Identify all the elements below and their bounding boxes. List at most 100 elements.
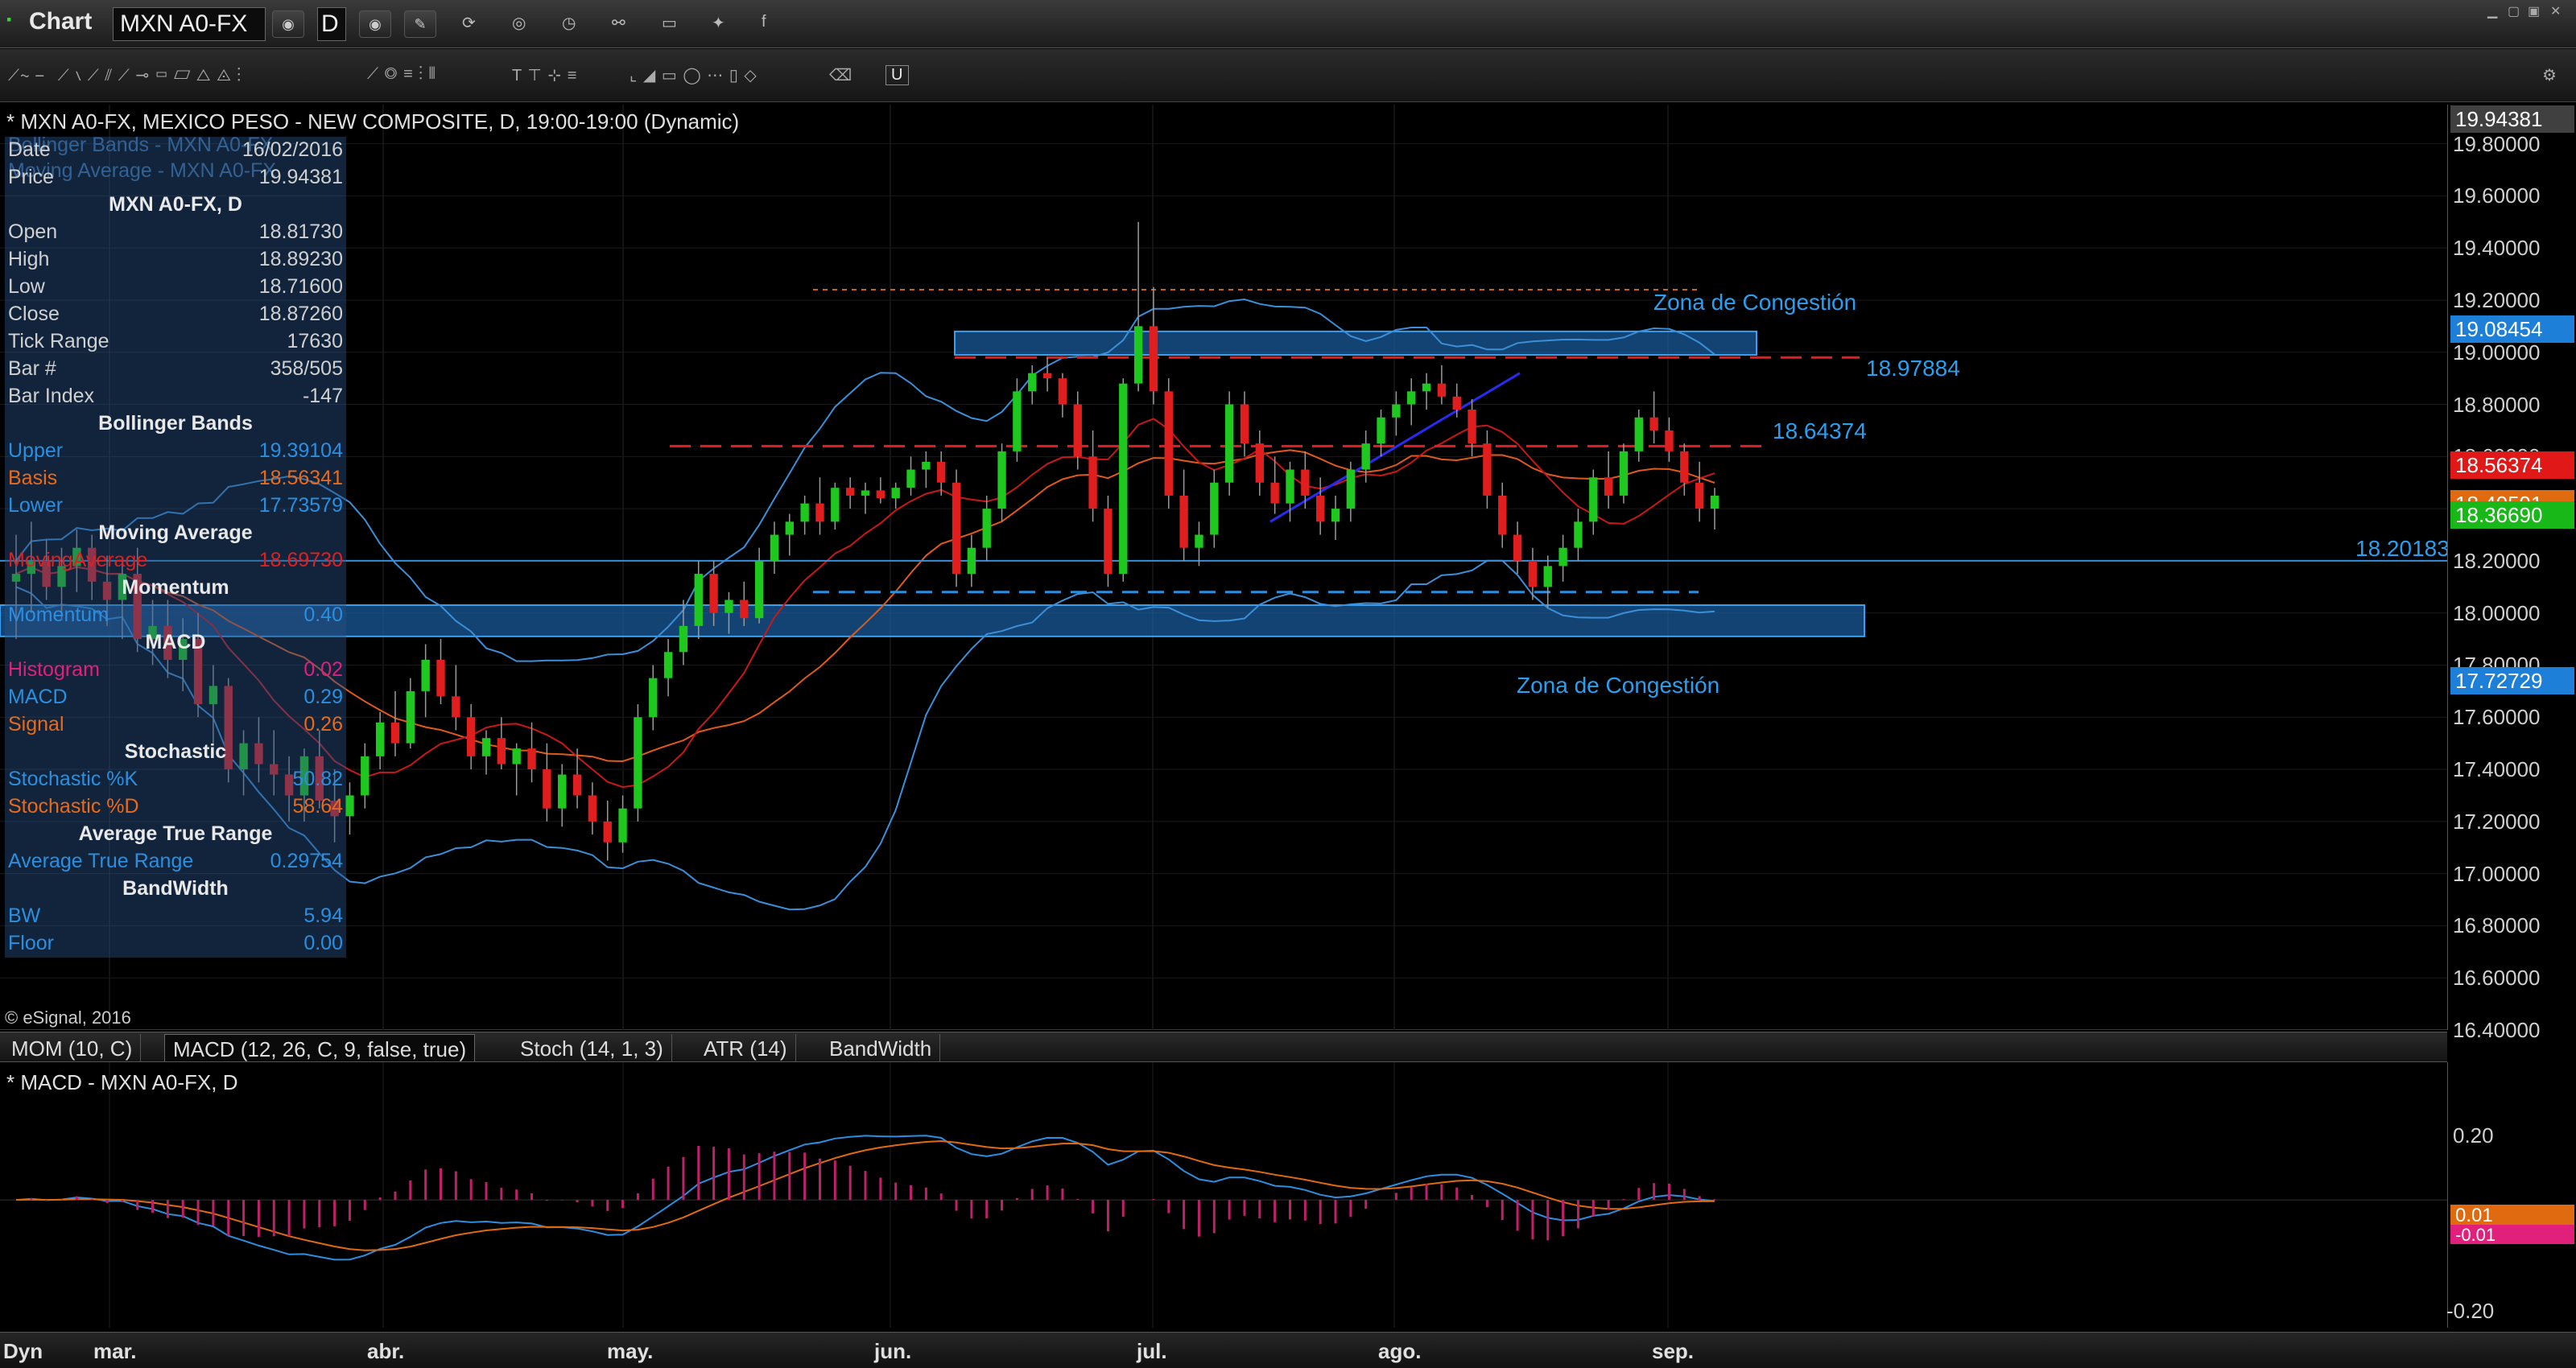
- candle-body: [937, 461, 946, 483]
- month-label: mar.: [93, 1339, 137, 1363]
- clock-icon[interactable]: ◷: [562, 13, 576, 33]
- candle-body: [876, 490, 886, 499]
- price-scale-label: 16.40000: [2453, 1018, 2541, 1042]
- time-axis[interactable]: Dyn mar. abr. may. jun. jul. ago. sep.: [0, 1332, 2576, 1368]
- candle-body: [1710, 495, 1719, 509]
- draw-tool-button[interactable]: ✎: [404, 10, 436, 38]
- maximize-icon[interactable]: ▢: [2508, 3, 2520, 19]
- candle-body: [421, 660, 430, 691]
- macd-scale[interactable]: 0.20 -0.20: [2446, 1062, 2576, 1328]
- text-tools-icon[interactable]: T ⊤ ⊹ ≡: [512, 65, 577, 85]
- symbol-input[interactable]: MXN A0-FX: [113, 7, 266, 41]
- price-scale-label: 16.60000: [2453, 966, 2541, 991]
- candle-body: [1346, 469, 1356, 509]
- candle-body: [1483, 443, 1492, 496]
- tab-atr[interactable]: ATR (14): [696, 1034, 796, 1061]
- ma-label: MovingAverage: [8, 549, 148, 571]
- candle-body: [497, 738, 506, 764]
- candle-body: [1604, 477, 1613, 496]
- candle-body: [1301, 469, 1310, 496]
- candle-body: [1331, 509, 1340, 522]
- candle-body: [1255, 443, 1265, 483]
- candle-body: [1422, 383, 1431, 392]
- candle-body: [1104, 509, 1113, 575]
- shape-tools-icon[interactable]: ⌞ ◢ ▭ ◯ ⋯ ▯ ◇: [630, 65, 758, 85]
- candle-body: [1649, 417, 1658, 431]
- candle-body: [572, 774, 582, 796]
- stochd-label: Stochastic %D: [8, 795, 139, 818]
- candle-body: [1589, 477, 1598, 522]
- price-chart-pane[interactable]: * MXN A0-FX, MEXICO PESO - NEW COMPOSITE…: [0, 105, 2450, 1030]
- macd-label: MACD: [8, 686, 68, 708]
- candle-body: [770, 534, 779, 561]
- price-value: 19.94381: [258, 166, 343, 188]
- macd-tag-hist: -0.01: [2450, 1225, 2574, 1245]
- tickrange-label: Tick Range: [8, 330, 109, 352]
- candle-body: [997, 451, 1006, 509]
- link-icon[interactable]: ⚯: [612, 13, 625, 33]
- candle-body: [1058, 378, 1067, 405]
- tab-mom[interactable]: MOM (10, C): [3, 1034, 142, 1061]
- price-scale-label: 18.80000: [2453, 392, 2541, 417]
- candle-body: [1377, 417, 1385, 444]
- candle-body: [1286, 469, 1294, 504]
- month-label: sep.: [1652, 1339, 1695, 1363]
- candle-body: [466, 717, 476, 756]
- interval-link-button[interactable]: ◉: [359, 10, 391, 38]
- line-tools-icon[interactable]: ⟋∼ ╴ ⟋ ∖ ⟋ ⫽ ⟋ ⊸ ▭ ▱ △ ◬ ⁝: [8, 65, 242, 85]
- facebook-icon[interactable]: f: [762, 13, 766, 31]
- basis-value: 18.56341: [258, 467, 343, 489]
- stochd-value: 58.64: [292, 795, 343, 818]
- indicator-tabs: MOM (10, C) MACD (12, 26, C, 9, false, t…: [0, 1032, 2447, 1062]
- ma-value: 18.69730: [258, 549, 343, 571]
- candle-body: [1179, 495, 1188, 548]
- comment-icon[interactable]: ▭: [662, 13, 677, 33]
- symbol-link-button[interactable]: ◉: [272, 10, 304, 38]
- interval-input[interactable]: D: [317, 7, 346, 41]
- copyright: © eSignal, 2016: [5, 1007, 131, 1028]
- candle-body: [1407, 391, 1416, 405]
- macd-scale-label-low: -0.20: [2446, 1299, 2495, 1323]
- tab-stoch[interactable]: Stoch (14, 1, 3): [512, 1034, 672, 1061]
- twitter-icon[interactable]: ✦: [712, 13, 725, 33]
- hist-label: Histogram: [8, 658, 100, 681]
- data-window: Date 16/02/2016 Price 19.94381 MXN A0-FX, …: [5, 137, 346, 958]
- price-scale-label: 19.00000: [2453, 340, 2541, 365]
- candle-body: [1695, 482, 1704, 509]
- candle-body: [1392, 404, 1401, 418]
- macd-pane[interactable]: * MACD - MXN A0-FX, D: [0, 1062, 2447, 1328]
- candle-body: [831, 488, 840, 522]
- zona-congestion-bottom-label: Zona de Congestión: [1517, 673, 1720, 698]
- basis-label: Basis: [8, 467, 58, 489]
- price-scale-label: 19.20000: [2453, 287, 2541, 312]
- close-icon[interactable]: ✕: [2550, 3, 2561, 19]
- settings-icon[interactable]: ⚙: [2542, 65, 2557, 85]
- bw-label: BW: [8, 904, 41, 927]
- candle-body: [512, 748, 521, 764]
- title-bar: ▪ Chart MXN A0-FX ◉ D ◉ ✎ ⟳ ◎ ◷ ⚯ ▭ ✦ f …: [0, 0, 2576, 48]
- tab-bandwidth[interactable]: BandWidth: [821, 1034, 941, 1061]
- macd-chart: [0, 1062, 2447, 1328]
- candle-body: [527, 748, 536, 770]
- price-tag-top: 19.94381: [2450, 105, 2574, 133]
- candle-body: [891, 488, 900, 499]
- candle-body: [1361, 443, 1370, 470]
- refresh-icon[interactable]: ⟳: [462, 13, 476, 33]
- magnet-icon[interactable]: U: [886, 65, 910, 85]
- tab-macd[interactable]: MACD (12, 26, C, 9, false, true): [164, 1034, 476, 1061]
- candle-body: [436, 660, 445, 697]
- candle-body: [452, 696, 460, 718]
- barnum-label: Bar #: [8, 357, 56, 380]
- bb-heading: Bollinger Bands: [98, 412, 253, 435]
- candle-body: [481, 738, 491, 756]
- candle-body: [1619, 451, 1629, 496]
- minimize-icon[interactable]: ▁: [2487, 3, 2497, 19]
- eraser-icon[interactable]: ⌫: [829, 65, 852, 85]
- price-scale[interactable]: 19.80000 19.60000 19.40000 19.20000 19.00000…: [2447, 105, 2576, 1042]
- candle-body: [1013, 391, 1022, 451]
- restore-icon[interactable]: ▣: [2528, 3, 2540, 19]
- drawing-toolbar: ⟋∼ ╴ ⟋ ∖ ⟋ ⫽ ⟋ ⊸ ▭ ▱ △ ◬ ⁝ ⟋ ◎ ≡ ⁝ ⦀ T ⊤…: [0, 49, 2576, 102]
- fib-tools-icon[interactable]: ⟋ ◎ ≡ ⁝ ⦀: [367, 65, 436, 84]
- close-label: Close: [8, 303, 60, 325]
- cursor-icon[interactable]: ◎: [512, 13, 526, 33]
